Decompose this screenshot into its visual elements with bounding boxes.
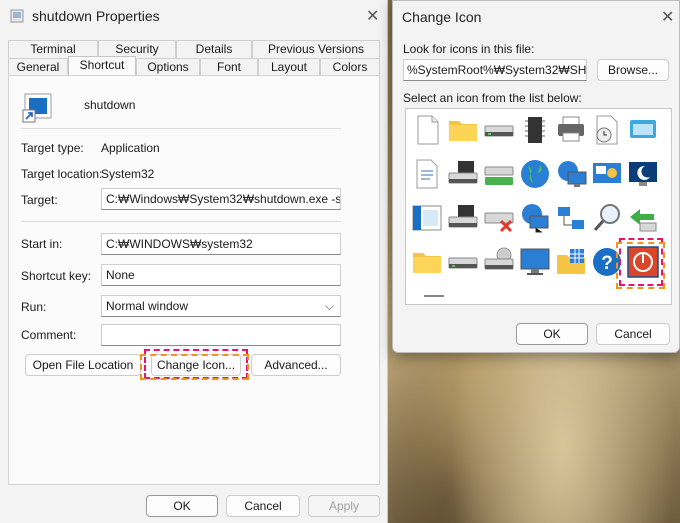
- cancel-button[interactable]: Cancel: [596, 323, 670, 345]
- start-in-input[interactable]: C:₩WINDOWS₩system32: [101, 233, 341, 255]
- shortcut-name: shutdown: [84, 98, 136, 112]
- dialog-title: shutdown Properties: [32, 8, 160, 24]
- apply-button[interactable]: Apply: [308, 495, 380, 517]
- control-panel-icon[interactable]: [590, 157, 624, 191]
- green-drive-icon[interactable]: [482, 157, 516, 191]
- tab-row-bottom: General Shortcut Options Font Layout Col…: [8, 56, 380, 76]
- chip-icon[interactable]: [518, 113, 552, 147]
- close-icon[interactable]: ✕: [661, 7, 674, 27]
- properties-dialog: shutdown Properties ✕ Terminal Security …: [0, 0, 388, 523]
- cancel-button[interactable]: Cancel: [226, 495, 300, 517]
- start-in-label: Start in:: [21, 237, 63, 251]
- folder-icon[interactable]: [446, 113, 480, 147]
- browse-button[interactable]: Browse...: [597, 59, 669, 81]
- shortcut-key-input[interactable]: None: [101, 264, 341, 286]
- recycle-arrow-icon[interactable]: [626, 201, 660, 235]
- target-location-label: Target location:: [21, 167, 103, 181]
- cd-drive-icon[interactable]: [482, 245, 516, 279]
- chevron-down-icon: ⌵: [324, 299, 334, 313]
- ok-button[interactable]: OK: [516, 323, 588, 345]
- drive-icon[interactable]: [446, 245, 480, 279]
- dialog-title: Change Icon: [402, 9, 482, 25]
- divider: [21, 128, 341, 129]
- target-input[interactable]: C:₩Windows₩System32₩shutdown.exe -s -t 0: [101, 188, 341, 210]
- blank-document-icon[interactable]: [410, 113, 444, 147]
- drive-icon[interactable]: [482, 113, 516, 147]
- icon-file-input[interactable]: %SystemRoot%₩System32₩SHELL: [403, 59, 587, 81]
- target-type-value: Application: [101, 141, 160, 155]
- divider: [21, 221, 341, 222]
- ok-button[interactable]: OK: [146, 495, 218, 517]
- app-window-icon[interactable]: [410, 201, 444, 235]
- tab-details[interactable]: Details: [176, 40, 252, 58]
- run-selected-value: Normal window: [106, 299, 189, 313]
- folder-grid-icon[interactable]: [554, 245, 588, 279]
- tab-colors[interactable]: Colors: [320, 58, 380, 76]
- globe-icon[interactable]: [518, 157, 552, 191]
- select-icon-label: Select an icon from the list below:: [403, 91, 582, 105]
- advanced-button[interactable]: Advanced...: [251, 354, 341, 376]
- look-for-label: Look for icons in this file:: [403, 42, 535, 56]
- change-icon-highlight-orange: [140, 354, 249, 380]
- target-label: Target:: [21, 193, 58, 207]
- selected-icon-highlight-orange: [616, 242, 665, 289]
- tab-layout[interactable]: Layout: [258, 58, 320, 76]
- svg-text:?: ?: [601, 253, 613, 274]
- target-type-label: Target type:: [21, 141, 84, 155]
- network-icon[interactable]: [554, 201, 588, 235]
- shortcut-tab-panel: shutdown Target type: Application Target…: [8, 75, 380, 485]
- horizontal-scrollbar-thumb[interactable]: [424, 295, 444, 297]
- tab-shortcut[interactable]: Shortcut: [68, 56, 136, 76]
- printer-icon[interactable]: [554, 113, 588, 147]
- floppy-icon[interactable]: [446, 201, 480, 235]
- clock-icon[interactable]: [590, 113, 624, 147]
- run-select[interactable]: Normal window ⌵: [101, 295, 341, 317]
- tab-options[interactable]: Options: [136, 58, 200, 76]
- text-document-icon[interactable]: [410, 157, 444, 191]
- magnifier-icon[interactable]: [590, 201, 624, 235]
- run-label: Run:: [21, 300, 47, 314]
- moon-icon[interactable]: [626, 157, 660, 191]
- floppy-drive-icon[interactable]: [446, 157, 480, 191]
- network-globe-icon[interactable]: [518, 201, 552, 235]
- tab-previous-versions[interactable]: Previous Versions: [252, 40, 380, 58]
- tab-font[interactable]: Font: [200, 58, 258, 76]
- drive-x-icon[interactable]: [482, 201, 516, 235]
- close-icon[interactable]: ✕: [366, 6, 379, 26]
- comment-label: Comment:: [21, 328, 77, 342]
- tab-general[interactable]: General: [8, 58, 68, 76]
- folder-icon[interactable]: [410, 245, 444, 279]
- shortcut-title-icon: [10, 9, 24, 23]
- monitor-icon[interactable]: [518, 245, 552, 279]
- comment-input[interactable]: [101, 324, 341, 346]
- shortcut-app-icon: [22, 93, 52, 123]
- change-icon-dialog: Change Icon ✕ Look for icons in this fil…: [392, 0, 680, 353]
- title-bar: shutdown Properties ✕: [0, 0, 387, 32]
- shortcut-key-label: Shortcut key:: [21, 269, 92, 283]
- network-monitor-icon[interactable]: [554, 157, 588, 191]
- tab-row-top: Terminal Security Details Previous Versi…: [8, 40, 380, 58]
- target-location-value: System32: [101, 167, 155, 181]
- open-file-location-button[interactable]: Open File Location: [25, 354, 141, 376]
- window-icon[interactable]: [626, 113, 660, 147]
